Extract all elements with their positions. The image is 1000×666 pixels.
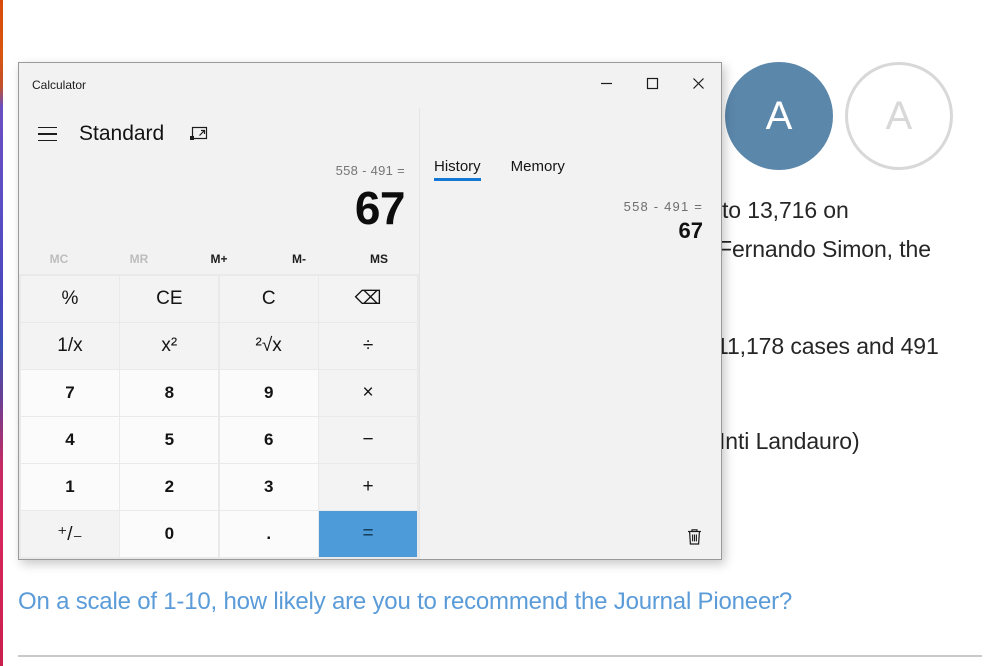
key-add[interactable]: + bbox=[319, 464, 417, 510]
key-six[interactable]: 6 bbox=[219, 417, 318, 463]
history-item-expression: 558 - 491 = bbox=[623, 199, 703, 214]
history-item[interactable]: 558 - 491 = 67 bbox=[430, 199, 703, 244]
window-titlebar[interactable]: Calculator bbox=[19, 63, 721, 108]
key-clear-entry[interactable]: CE bbox=[120, 276, 219, 322]
screen: A A to 13,716 on Fernando Simon, the 11,… bbox=[0, 0, 1000, 666]
history-panel: History Memory 558 - 491 = 67 bbox=[419, 108, 721, 559]
key-four[interactable]: 4 bbox=[21, 417, 119, 463]
key-eight[interactable]: 8 bbox=[120, 370, 219, 416]
avatar-outline[interactable]: A bbox=[845, 62, 953, 170]
calculator-display: 558 - 491 = 67 bbox=[19, 160, 419, 234]
article-text-line: Inti Landauro) bbox=[719, 428, 860, 454]
display-expression: 558 - 491 = bbox=[335, 163, 405, 178]
key-subtract[interactable]: − bbox=[319, 417, 417, 463]
calculator-pane: Standard 558 - 491 = 67 MC MR M+ M- MS %… bbox=[19, 108, 419, 559]
window-controls bbox=[583, 63, 721, 103]
history-memory-tabs: History Memory bbox=[420, 108, 721, 181]
page-divider bbox=[18, 655, 982, 657]
key-zero[interactable]: 0 bbox=[120, 511, 219, 557]
article-text-line: 11,178 cases and 491 bbox=[716, 333, 939, 359]
memory-store-button[interactable]: MS bbox=[339, 244, 419, 274]
history-item-result: 67 bbox=[678, 218, 703, 243]
key-seven[interactable]: 7 bbox=[21, 370, 119, 416]
trash-icon[interactable] bbox=[677, 519, 711, 553]
key-negate[interactable]: ⁺/₋ bbox=[21, 511, 119, 557]
calculator-mode-label: Standard bbox=[79, 122, 165, 145]
key-percent[interactable]: % bbox=[21, 276, 119, 322]
hamburger-menu-icon[interactable] bbox=[29, 117, 65, 151]
key-clear[interactable]: C bbox=[219, 276, 318, 322]
key-two[interactable]: 2 bbox=[120, 464, 219, 510]
article-text-line: to 13,716 on bbox=[722, 197, 849, 223]
tab-memory[interactable]: Memory bbox=[511, 158, 565, 181]
key-backspace[interactable]: ⌫ bbox=[319, 276, 417, 322]
key-multiply[interactable]: × bbox=[319, 370, 417, 416]
calculator-window: Calculator Standard 558 - 491 = 67 MC MR… bbox=[18, 62, 722, 560]
key-one[interactable]: 1 bbox=[21, 464, 119, 510]
memory-clear-button: MC bbox=[49, 252, 69, 266]
survey-question: On a scale of 1-10, how likely are you t… bbox=[18, 588, 793, 615]
tab-history[interactable]: History bbox=[434, 158, 481, 181]
avatar-filled[interactable]: A bbox=[725, 62, 833, 170]
avatar-initial: A bbox=[765, 93, 793, 138]
calculator-header: Standard bbox=[19, 108, 419, 160]
maximize-icon[interactable] bbox=[629, 63, 675, 103]
calculator-body: Standard 558 - 491 = 67 MC MR M+ M- MS %… bbox=[19, 108, 721, 559]
memory-subtract-button[interactable]: M- bbox=[259, 244, 339, 274]
key-decimal[interactable]: . bbox=[219, 511, 318, 557]
key-five[interactable]: 5 bbox=[120, 417, 219, 463]
history-list: 558 - 491 = 67 bbox=[420, 181, 721, 559]
memory-button-row: MC MR M+ M- MS bbox=[19, 244, 419, 274]
minimize-icon[interactable] bbox=[583, 63, 629, 103]
key-three[interactable]: 3 bbox=[219, 464, 318, 510]
calculator-keypad: % CE C ⌫ 1/x x² ²√x ÷ 7 8 9 × 4 5 6 − 1 … bbox=[19, 274, 419, 559]
key-square-root[interactable]: ²√x bbox=[219, 323, 318, 369]
window-title: Calculator bbox=[32, 78, 87, 92]
close-icon[interactable] bbox=[675, 63, 721, 103]
display-result: 67 bbox=[354, 182, 406, 234]
key-square[interactable]: x² bbox=[120, 323, 219, 369]
memory-add-button[interactable]: M+ bbox=[179, 244, 259, 274]
page-accent-strip bbox=[0, 0, 3, 666]
avatar-initial: A bbox=[885, 93, 913, 138]
key-reciprocal[interactable]: 1/x bbox=[21, 323, 119, 369]
key-equals[interactable]: = bbox=[319, 511, 417, 557]
keypad-toggle-icon[interactable] bbox=[186, 121, 212, 147]
article-text-line: Fernando Simon, the bbox=[718, 236, 931, 262]
key-nine[interactable]: 9 bbox=[219, 370, 318, 416]
key-divide[interactable]: ÷ bbox=[319, 323, 417, 369]
memory-recall-button: MR bbox=[129, 252, 149, 266]
